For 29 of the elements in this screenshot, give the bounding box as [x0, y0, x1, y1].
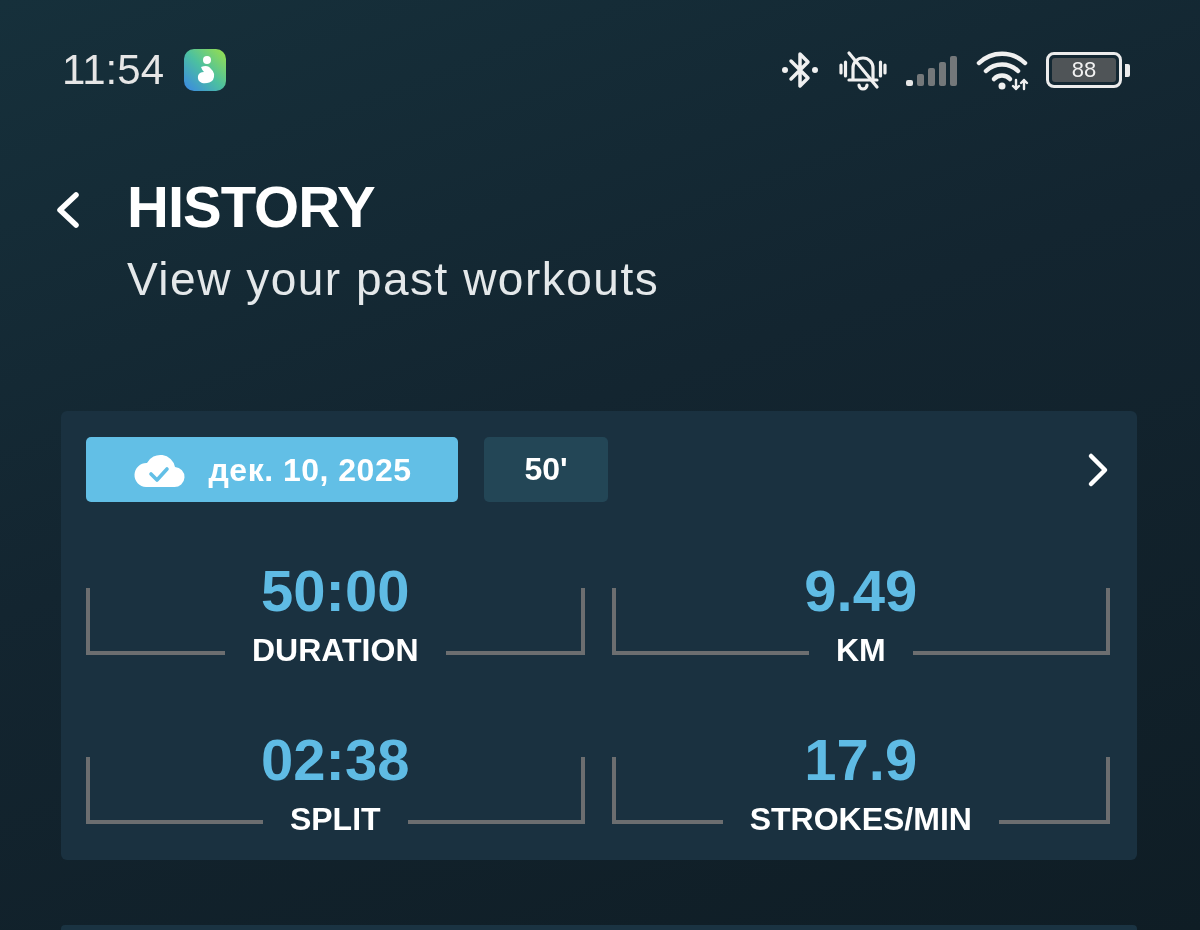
- stat-label: STROKES/MIN: [749, 803, 972, 835]
- duration-tag: 50': [484, 437, 608, 502]
- date-text: дек. 10, 2025: [208, 451, 412, 488]
- stat-label: SPLIT: [289, 803, 381, 835]
- stat-value: 50:00: [261, 560, 410, 622]
- muted-bell-icon: [837, 48, 889, 92]
- bracket-tick: [580, 588, 585, 655]
- bracket-tick: [86, 757, 90, 824]
- signal-icon: [906, 54, 958, 86]
- bracket-tick: [1106, 757, 1110, 824]
- chevron-right-icon[interactable]: [1086, 451, 1110, 488]
- bracket-tick: [86, 588, 90, 655]
- battery-percentage: 88: [1071, 58, 1097, 82]
- stat-label: KM: [835, 634, 886, 666]
- wifi-icon: [975, 49, 1029, 91]
- stat-value: 9.49: [804, 560, 918, 622]
- stat-value: 17.9: [804, 729, 918, 791]
- battery-tip: [1125, 63, 1130, 77]
- bracket-tick: [580, 757, 585, 824]
- status-time: 11:54: [62, 48, 164, 92]
- bracket-tick: [611, 757, 616, 824]
- page-subtitle: View your past workouts: [127, 253, 660, 305]
- bracket-tick: [611, 588, 616, 655]
- page-title: HISTORY: [127, 174, 375, 240]
- app-icon: [184, 49, 226, 91]
- workout-card[interactable]: дек. 10, 2025 50' 50:00 DURATION 9.49 KM 02:38 SPLIT 17.9 STROKES/MIN: [61, 411, 1137, 860]
- stat-label: DURATION: [252, 634, 419, 666]
- stat-value: 02:38: [261, 729, 410, 791]
- bracket-tick: [1106, 588, 1110, 655]
